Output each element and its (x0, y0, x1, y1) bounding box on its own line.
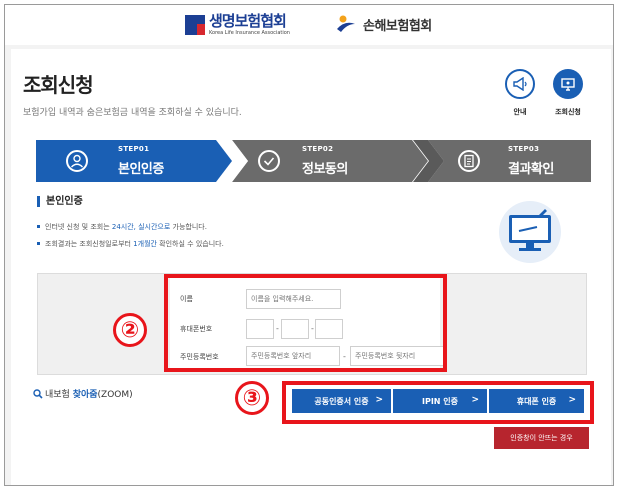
annotation-marker-3: ③ (235, 381, 269, 415)
gnia-logo-mark-icon (337, 15, 355, 32)
info-bullet-2: 조회결과는 조회신청일로부터 1개월간 확인하실 수 있습니다. (37, 239, 224, 249)
monitor-icon (553, 69, 583, 99)
phone-auth-button[interactable]: 휴대폰 인증 > (489, 389, 584, 413)
step-2-label: 정보동의 (302, 162, 348, 177)
insurance-zoom-link[interactable]: 내보험 찾아줌(ZOOM) (33, 387, 133, 400)
step-1-label: 본인인증 (118, 162, 164, 177)
ipin-auth-button[interactable]: IPIN 인증 > (393, 389, 487, 413)
cert-auth-button[interactable]: 공동인증서 인증 > (292, 389, 391, 413)
step-1: STEP01 본인인증 (36, 140, 232, 182)
step-3-label: 결과확인 (508, 162, 554, 177)
annotation-highlight-form (164, 274, 447, 372)
quick-link-inquiry-label: 조회신청 (555, 108, 581, 116)
quick-link-inquiry[interactable]: 조회신청 (543, 69, 593, 117)
quick-link-guide-label: 안내 (513, 108, 527, 116)
info-bullet-1: 인터넷 신청 및 조회는 24시간, 실시간으로 가능합니다. (37, 222, 224, 232)
page-description: 보험가입 내역과 숨은보험금 내역을 조회하실 수 있습니다. (23, 108, 242, 118)
quick-link-guide[interactable]: 안내 (495, 69, 545, 117)
chevron-right-icon: > (471, 395, 479, 405)
chevron-right-icon: > (568, 395, 576, 405)
klia-logo-text: 생명보험협회 (209, 12, 287, 30)
gnia-logo-text: 손해보험협회 (363, 18, 432, 34)
step-1-number: STEP01 (118, 145, 150, 153)
person-icon (66, 150, 88, 172)
step-3: STEP03 결과확인 (428, 140, 591, 182)
main-panel: 조회신청 보험가입 내역과 숨은보험금 내역을 조회하실 수 있습니다. 안내 … (11, 49, 611, 485)
auth-window-help-button[interactable]: 인증창이 안뜨는 경우 (494, 427, 589, 449)
magnifier-icon (33, 388, 43, 399)
klia-logo-mark-icon (185, 15, 205, 35)
chevron-right-icon: > (375, 395, 383, 405)
monitor-illustration-icon (499, 201, 561, 263)
page-title: 조회신청 (23, 73, 94, 97)
step-3-number: STEP03 (508, 145, 540, 153)
klia-logo-subtext: Korea Life Insurance Association (209, 30, 290, 36)
step-2-number: STEP02 (302, 145, 334, 153)
zoom-text: 내보험 찾아줌(ZOOM) (45, 390, 133, 400)
check-circle-icon (258, 150, 280, 172)
step-2: STEP02 정보동의 (232, 140, 428, 182)
site-header: 생명보험협회 Korea Life Insurance Association … (5, 5, 613, 45)
gnia-logo[interactable]: 손해보험협회 (335, 14, 432, 34)
info-bullets: 인터넷 신청 및 조회는 24시간, 실시간으로 가능합니다. 조회결과는 조회… (37, 222, 224, 256)
megaphone-icon (505, 69, 535, 99)
annotation-marker-2: ② (113, 313, 147, 347)
step-progress: STEP01 본인인증 STEP02 정보동의 STEP03 결과확인 (36, 140, 591, 182)
document-icon (458, 150, 480, 172)
klia-logo[interactable]: 생명보험협회 Korea Life Insurance Association (185, 11, 290, 39)
page-frame: 생명보험협회 Korea Life Insurance Association … (4, 4, 614, 486)
section-title: 본인인증 (37, 196, 83, 207)
